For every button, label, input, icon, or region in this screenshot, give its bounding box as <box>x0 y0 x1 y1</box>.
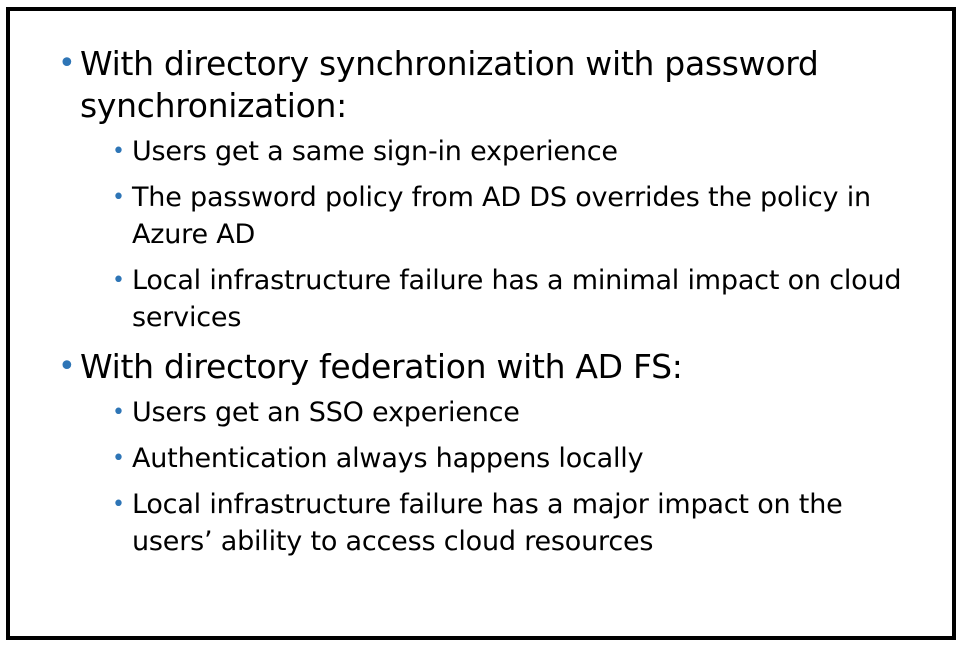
list-item-text: Local infrastructure failure has a minim… <box>132 265 902 333</box>
list-item: • Authentication always happens locally <box>80 440 918 477</box>
bullet-icon: • <box>112 268 125 293</box>
bullet-icon: • <box>112 492 125 517</box>
list-item-text: Authentication always happens locally <box>132 443 644 474</box>
list-item-text: Users get a same sign-in experience <box>132 136 618 167</box>
list-item: • Users get an SSO experience <box>80 394 918 431</box>
bullet-icon: • <box>112 139 125 164</box>
bullet-icon: • <box>112 185 125 210</box>
list-item-text: Users get an SSO experience <box>132 397 520 428</box>
bullet-icon: • <box>58 46 76 81</box>
list-item-text: Local infrastructure failure has a major… <box>132 489 843 557</box>
bullet-icon: • <box>112 400 125 425</box>
list-item: • The password policy from AD DS overrid… <box>80 179 918 253</box>
list-item: • Local infrastructure failure has a min… <box>80 262 918 336</box>
bullet-list: • With directory synchronization with pa… <box>58 43 918 570</box>
sub-list: • Users get an SSO experience • Authenti… <box>80 394 918 560</box>
list-item-text: The password policy from AD DS overrides… <box>132 182 871 250</box>
bullet-icon: • <box>58 349 76 384</box>
slide-frame: • With directory synchronization with pa… <box>6 7 956 640</box>
section-password-sync: • With directory synchronization with pa… <box>58 43 918 336</box>
section-federation: • With directory federation with AD FS: … <box>58 346 918 560</box>
list-item: • Local infrastructure failure has a maj… <box>80 486 918 560</box>
sub-list: • Users get a same sign-in experience • … <box>80 133 918 336</box>
section-heading: With directory federation with AD FS: <box>80 347 683 386</box>
bullet-icon: • <box>112 446 125 471</box>
section-heading: With directory synchronization with pass… <box>80 44 819 125</box>
list-item: • Users get a same sign-in experience <box>80 133 918 170</box>
